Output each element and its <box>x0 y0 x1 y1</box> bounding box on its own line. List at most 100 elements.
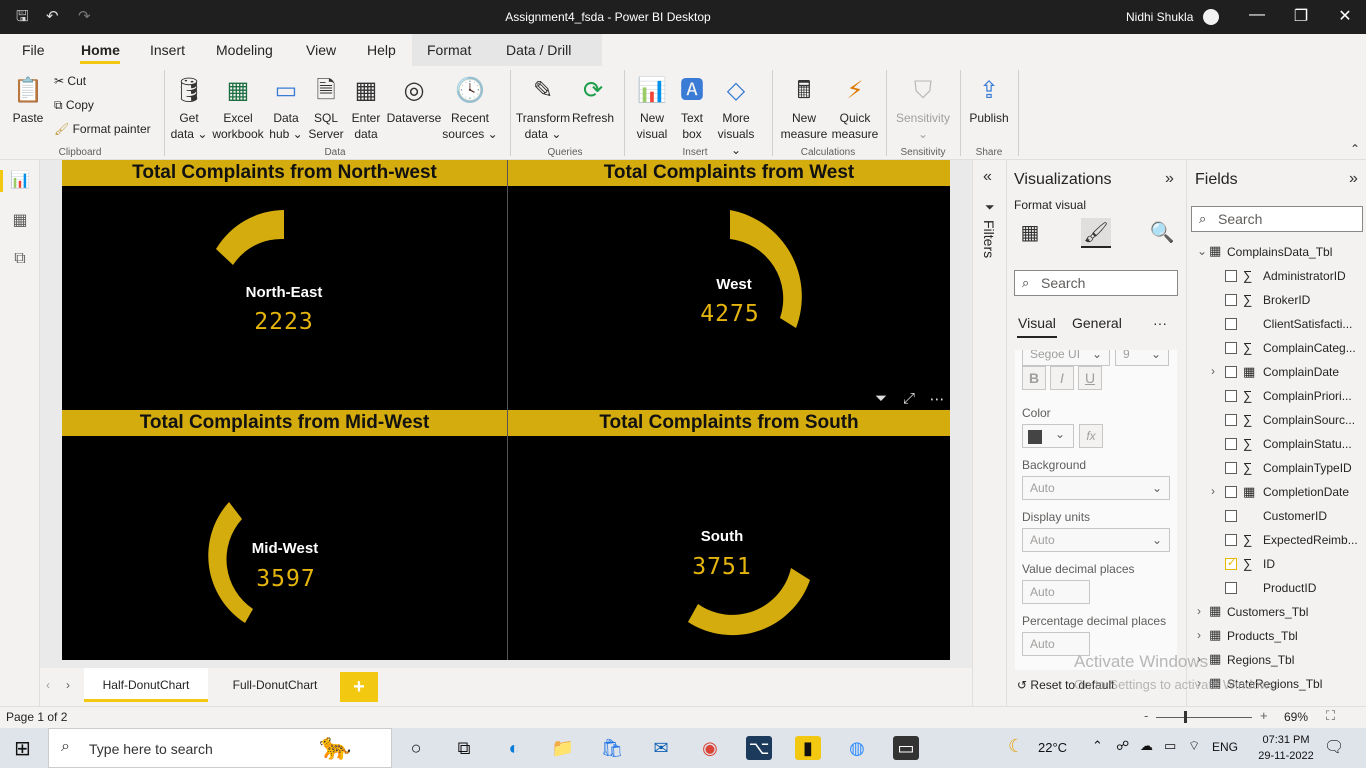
zoom-in-icon[interactable]: + <box>1260 708 1268 723</box>
field-checkbox[interactable] <box>1225 342 1237 354</box>
field-checkbox[interactable] <box>1225 366 1237 378</box>
more-options-icon[interactable]: ··· <box>1153 315 1167 331</box>
cut-button[interactable]: ✂ Cut <box>54 74 86 88</box>
temperature[interactable]: 22°C <box>1038 740 1067 755</box>
display-units-dropdown[interactable]: Auto ⌄ <box>1022 528 1170 552</box>
field-item[interactable]: ∑ ComplainSourc... <box>1187 408 1357 432</box>
avatar[interactable] <box>1203 9 1219 25</box>
store-icon[interactable]: 🛍 <box>599 736 625 760</box>
field-checkbox[interactable] <box>1225 270 1237 282</box>
dataverse-button[interactable]: ◎ Dataverse <box>386 74 442 126</box>
mail-icon[interactable]: ✉ <box>648 736 674 760</box>
add-page-button[interactable]: + <box>340 672 378 702</box>
paste-button[interactable]: 📋 Paste <box>8 74 48 126</box>
chevron-right-icon[interactable]: › <box>1197 604 1201 618</box>
menu-help[interactable]: Help <box>367 42 396 58</box>
new-measure-button[interactable]: 🖩 New measure <box>778 74 830 142</box>
get-data-button[interactable]: 🛢 Get data ⌄ <box>168 74 210 142</box>
model-view-icon[interactable]: ⧉ <box>10 250 30 268</box>
bold-button[interactable]: B <box>1022 366 1046 390</box>
chevron-right-icon[interactable]: › <box>1197 628 1201 642</box>
field-item[interactable]: ∑ ComplainStatu... <box>1187 432 1357 456</box>
field-item[interactable]: › ▦ CompletionDate <box>1187 480 1357 504</box>
notification-icon[interactable]: 🗨 <box>1324 737 1344 757</box>
field-item[interactable]: ∑ ComplainTypeID <box>1187 456 1357 480</box>
more-visuals-button[interactable]: ◇ More visuals ⌄ <box>712 74 760 158</box>
filters-pane[interactable]: « ⏷ Filters <box>972 160 1006 706</box>
menu-data-drill[interactable]: Data / Drill <box>506 42 571 58</box>
field-item[interactable]: ∑ ID <box>1187 552 1357 576</box>
analytics-icon[interactable]: 🔍 <box>1147 218 1177 248</box>
field-checkbox[interactable] <box>1225 534 1237 546</box>
field-checkbox[interactable] <box>1225 414 1237 426</box>
refresh-button[interactable]: ⟳ Refresh <box>570 74 616 126</box>
background-dropdown[interactable]: Auto ⌄ <box>1022 476 1170 500</box>
quick-measure-button[interactable]: ⚡ Quick measure <box>828 74 882 142</box>
menu-insert[interactable]: Insert <box>150 42 185 58</box>
menu-home[interactable]: Home <box>81 42 120 58</box>
italic-button[interactable]: I <box>1050 366 1074 390</box>
build-visual-icon[interactable]: ▦ <box>1015 218 1045 248</box>
menu-modeling[interactable]: Modeling <box>216 42 273 58</box>
menu-format[interactable]: Format <box>427 42 471 58</box>
field-checkbox[interactable] <box>1225 556 1237 570</box>
field-checkbox[interactable] <box>1225 582 1237 594</box>
color-picker[interactable]: ⌄ <box>1022 424 1074 448</box>
windows-start-icon[interactable]: ⊞ <box>14 736 31 761</box>
field-checkbox[interactable] <box>1225 438 1237 450</box>
filter-icon[interactable]: ⏷ <box>870 390 892 407</box>
field-item[interactable]: CustomerID <box>1187 504 1357 528</box>
recent-sources-button[interactable]: 🕓 Recent sources ⌄ <box>442 74 498 142</box>
network-icon[interactable]: ☍ <box>1116 738 1129 754</box>
battery-icon[interactable]: ▭ <box>1164 738 1176 754</box>
excel-workbook-button[interactable]: ▦ Excel workbook <box>208 74 268 142</box>
restore-button[interactable]: ❐ <box>1286 6 1316 26</box>
field-item[interactable]: ∑ BrokerID <box>1187 288 1357 312</box>
table-node[interactable]: › ▦ Customers_Tbl <box>1187 600 1357 624</box>
format-visual-icon[interactable]: 🖌 <box>1081 218 1111 248</box>
chevron-right-icon[interactable]: › <box>66 678 70 692</box>
value-decimal-stepper[interactable]: Auto <box>1022 580 1090 604</box>
close-button[interactable]: ✕ <box>1330 6 1360 26</box>
sql-server-button[interactable]: 🗎 SQL Server <box>306 74 346 142</box>
font-family-dropdown[interactable]: Segoe UI ⌄ <box>1022 350 1110 366</box>
tab-general[interactable]: General <box>1072 315 1122 331</box>
chevron-up-icon[interactable]: ⌃ <box>1092 738 1103 754</box>
taskbar-search-input[interactable]: ⌕ Type here to search 🐆 <box>48 728 392 768</box>
field-checkbox[interactable] <box>1225 390 1237 402</box>
field-item[interactable]: ∑ ComplainCateg... <box>1187 336 1357 360</box>
page-tab-full-donut[interactable]: Full-DonutChart <box>216 668 334 702</box>
zoom-slider-thumb[interactable] <box>1184 711 1187 723</box>
menu-file[interactable]: File <box>22 42 45 58</box>
page-tab-half-donut[interactable]: Half-DonutChart <box>84 668 208 702</box>
cloud-icon[interactable]: ☁ <box>1140 738 1153 754</box>
field-checkbox[interactable] <box>1225 462 1237 474</box>
collapse-icon[interactable]: « <box>983 168 992 186</box>
fit-page-icon[interactable]: ⛶ <box>1326 708 1335 724</box>
table-node[interactable]: › ▦ Regions_Tbl <box>1187 648 1357 672</box>
expand-icon[interactable]: » <box>1349 170 1358 188</box>
zoom-app-icon[interactable]: ◍ <box>844 736 870 760</box>
user-name[interactable]: Nidhi Shukla <box>1126 10 1193 24</box>
clock[interactable]: 07:31 PM 29-11-2022 <box>1254 732 1318 764</box>
field-checkbox[interactable] <box>1225 294 1237 306</box>
enter-data-button[interactable]: ▦ Enter data <box>346 74 386 142</box>
copy-button[interactable]: ⧉ Copy <box>54 98 94 113</box>
field-item[interactable]: ∑ ComplainPriori... <box>1187 384 1357 408</box>
expand-icon[interactable]: » <box>1165 170 1174 188</box>
chevron-right-icon[interactable]: › <box>1211 364 1215 378</box>
field-item[interactable]: ClientSatisfacti... <box>1187 312 1357 336</box>
collapse-ribbon-icon[interactable]: ⌃ <box>1350 142 1360 156</box>
cortana-icon[interactable]: ○ <box>403 736 429 760</box>
data-hub-button[interactable]: ▭ Data hub ⌄ <box>266 74 306 142</box>
minimize-button[interactable]: — <box>1242 6 1272 24</box>
new-visual-button[interactable]: 📊 New visual <box>630 74 674 142</box>
viz-search-input[interactable]: ⌕ Search <box>1014 270 1178 296</box>
text-box-button[interactable]: 🅰 Text box <box>672 74 712 142</box>
edge-icon[interactable]: ◐ <box>501 736 527 760</box>
donut-visual-west[interactable]: Total Complaints from West West 4275 <box>507 160 950 410</box>
underline-button[interactable]: U <box>1078 366 1102 390</box>
chrome-icon[interactable]: ◉ <box>697 736 723 760</box>
donut-visual-south[interactable]: Total Complaints from South South 3751 <box>507 410 950 660</box>
language-indicator[interactable]: ENG <box>1212 740 1238 754</box>
